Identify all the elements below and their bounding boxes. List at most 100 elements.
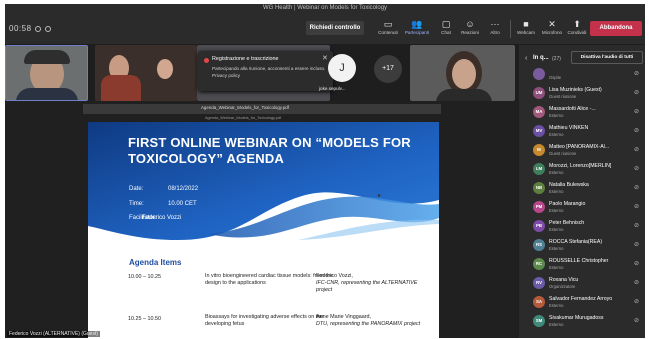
more-label: Altro — [490, 30, 500, 35]
participant-avatar: MA — [533, 106, 545, 118]
circle-icon — [45, 26, 51, 32]
person-face — [452, 59, 476, 89]
mic-muted-icon: ⊘ — [634, 71, 640, 77]
participant-name: Paolo Marangio — [549, 201, 586, 207]
participant-name: Salvador Fernandez Arroyo — [549, 296, 613, 302]
mic-muted-icon: ⊘ — [634, 204, 640, 210]
speaker-name: Anne Marie Vinggaard, — [316, 314, 372, 320]
leave-button[interactable]: Abbandona — [590, 21, 642, 36]
participant-avatar: NB — [533, 182, 545, 194]
participant-row[interactable]: RS ROCCA Stefania(REA) Esterno ⊘ — [519, 237, 645, 255]
participant-row[interactable]: PM Paolo Marangio Esterno ⊘ — [519, 199, 645, 217]
participant-row[interactable]: LM Morozzi, Lorenzo[MERLIN] Esterno ⊘ — [519, 161, 645, 179]
share-button[interactable]: ⬆ Condividi — [564, 18, 590, 42]
pdf-viewer-toolbar: Agenda_Webinar_Models_for_Toxicology.pdf — [83, 104, 441, 114]
participant-row[interactable]: M Matteo [PANORAMIX-Al... Guest riunione ⊘ — [519, 142, 645, 160]
participant-name: Sivakumar Murugadoss — [549, 315, 604, 321]
microphone-label: Microfono — [541, 30, 563, 35]
participant-row[interactable]: SA Salvador Fernandez Arroyo Esterno ⊘ — [519, 294, 645, 312]
content-label: Contenuti — [378, 30, 398, 35]
participant-avatar: SA — [533, 296, 545, 308]
participant-role: Esterno — [549, 303, 564, 308]
agenda-speaker: Anne Marie Vinggaard, DTU, representing … — [316, 314, 431, 328]
recording-notice-popup: Registrazione e trascrizione Partecipand… — [198, 51, 333, 91]
participant-role: Esterno — [549, 322, 564, 327]
mic-muted-icon: ⊘ — [634, 261, 640, 267]
webcam-label: Webcam — [516, 30, 536, 35]
toolbar-divider — [510, 20, 511, 38]
chevron-left-icon[interactable]: ‹ — [525, 55, 527, 62]
video-tile-participant[interactable] — [95, 45, 197, 101]
participant-name: Massardotti Alice -... — [549, 106, 596, 112]
participant-row[interactable]: SM Sivakumar Murugadoss Esterno ⊘ — [519, 313, 645, 331]
participant-avatar: RS — [533, 239, 545, 251]
person-shoulders — [16, 88, 78, 100]
presenter-name-tag: Federico Vozzi (ALTERNATIVE) (Guest) — [7, 331, 101, 337]
person-shoulders — [436, 89, 492, 101]
participant-name: Peter Behnisch — [549, 220, 585, 226]
mute-all-button[interactable]: Disattiva l'audio di tutti — [571, 51, 643, 64]
participant-row[interactable]: PB Peter Behnisch Esterno ⊘ — [519, 218, 645, 236]
participants-button[interactable]: 👥 Partecipanti — [404, 18, 430, 42]
participant-role: Esterno — [549, 227, 564, 232]
participant-role: Esterno — [549, 208, 564, 213]
participant-name: Lisa Muzinieks (Guest) — [549, 87, 602, 93]
video-tile-speaker[interactable] — [5, 45, 88, 101]
window-title: WG Health | Webinar on Models for Toxico… — [262, 5, 388, 11]
recording-notice-title: Registrazione e trascrizione — [212, 56, 279, 62]
mic-muted-icon: ⊘ — [634, 242, 640, 248]
participant-row[interactable]: MA Massardotti Alice -... Esterno ⊘ — [519, 104, 645, 122]
participant-name: Matteo [PANORAMIX-Al... — [549, 144, 610, 150]
date-label: Date: — [129, 186, 144, 192]
time-label: Time: — [129, 201, 144, 207]
camera-icon: ■ — [523, 19, 529, 29]
participants-panel: ‹ In q... (27) Disattiva l'audio di tutt… — [519, 45, 645, 338]
chat-label: Chat — [441, 30, 451, 35]
mic-muted-icon: ⊘ — [634, 280, 640, 286]
participant-avatar: M — [533, 144, 545, 156]
reactions-label: Reazioni — [461, 30, 479, 35]
people-icon: 👥 — [411, 19, 423, 29]
participant-name: Morozzi, Lorenzo[MERLIN] — [549, 163, 612, 169]
close-icon[interactable]: ✕ — [322, 54, 328, 62]
agenda-speaker: Federico Vozzi, IFC-CNR, representing th… — [316, 273, 431, 294]
participant-row[interactable]: RV Roxana Vicu Organizzatore ⊘ — [519, 275, 645, 293]
participant-row[interactable]: UM Lisa Muzinieks (Guest) Guest riunione ⊘ — [519, 85, 645, 103]
participant-role: Esterno — [549, 132, 564, 137]
participant-avatar: UM — [533, 87, 545, 99]
participant-avatar: RC — [533, 258, 545, 270]
participant-avatar: PM — [533, 201, 545, 213]
mouse-pointer-icon: ▸ — [378, 193, 382, 199]
participant-avatar — [533, 68, 545, 80]
participant-role: Esterno — [549, 265, 564, 270]
microphone-button[interactable]: ✕ Microfono — [539, 18, 565, 42]
participant-row[interactable]: MV Mathieu VINKEN Esterno ⊘ — [519, 123, 645, 141]
video-tile-participant[interactable] — [410, 45, 515, 101]
participant-row[interactable]: RC ROUSSELLE Christopher Esterno ⊘ — [519, 256, 645, 274]
mic-muted-icon: ⊘ — [634, 299, 640, 305]
reactions-button[interactable]: ☺ Reazioni — [457, 18, 483, 42]
participant-name: ROUSSELLE Christopher — [549, 258, 609, 264]
meeting-toolbar: WG Health | Webinar on Models for Toxico… — [5, 4, 645, 44]
content-icon: ▭ — [383, 19, 393, 29]
more-icon: ··· — [490, 19, 500, 29]
participant-role: Esterno — [549, 170, 564, 175]
more-button[interactable]: ··· Altro — [482, 18, 508, 42]
request-control-button[interactable]: Richiedi controllo — [306, 21, 364, 35]
participant-row[interactable]: NB Natalia Bulewska Esterno ⊘ — [519, 180, 645, 198]
participant-role: Guest riunione — [549, 151, 577, 156]
content-button[interactable]: ▭ Contenuti — [375, 18, 401, 42]
chat-button[interactable]: ▢ Chat — [433, 18, 459, 42]
participant-role: Guest riunione — [549, 94, 577, 99]
participant-row[interactable]: Ospite ⊘ — [519, 66, 645, 84]
participant-avatar: RV — [533, 277, 545, 289]
participant-avatar: SM — [533, 315, 545, 327]
teams-meeting-window: WG Health | Webinar on Models for Toxico… — [5, 4, 645, 338]
in-meeting-label[interactable]: In q... — [533, 55, 549, 61]
more-participants-button[interactable]: +17 — [374, 55, 402, 83]
document-filename: Agenda_Webinar_Models_for_Toxicology.pdf — [201, 105, 289, 110]
headset — [24, 50, 70, 64]
webcam-button[interactable]: ■ Webcam — [513, 18, 539, 42]
participant-avatar: MV — [533, 125, 545, 137]
participant-avatar[interactable]: J — [328, 54, 356, 82]
